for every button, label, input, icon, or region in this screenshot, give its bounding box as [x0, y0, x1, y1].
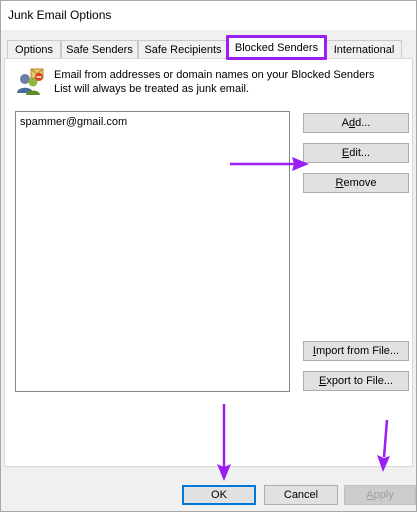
- annotation-arrows: [217, 157, 390, 481]
- tab-highlight-annotation: [226, 35, 327, 60]
